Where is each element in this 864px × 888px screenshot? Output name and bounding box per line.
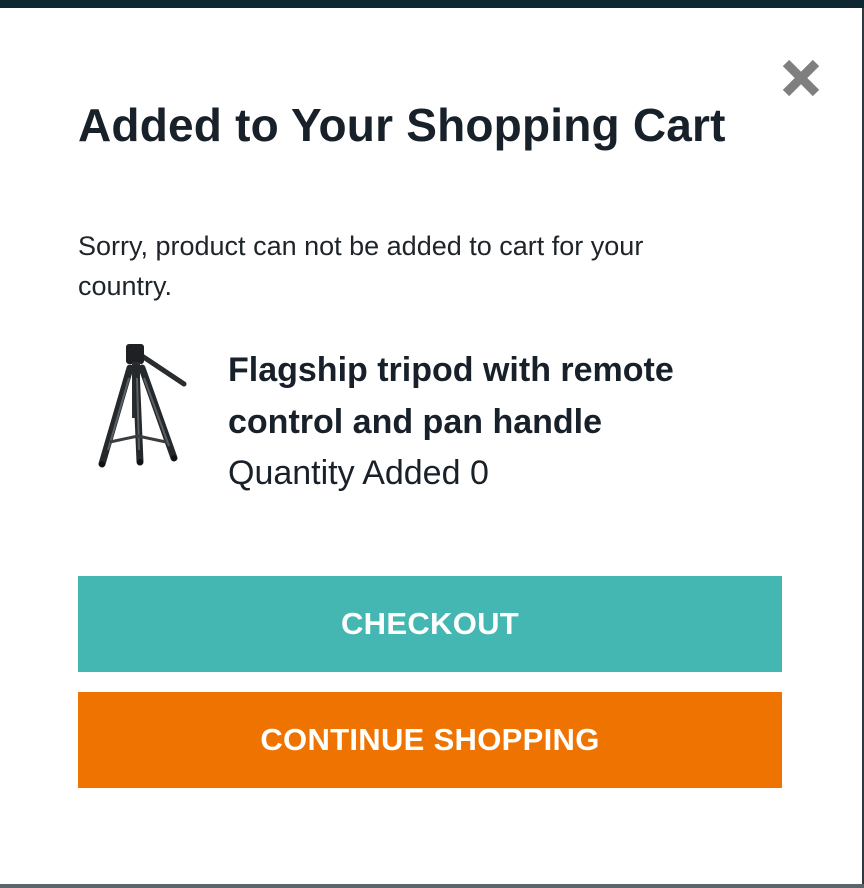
close-x-icon xyxy=(782,59,820,97)
page-backdrop xyxy=(0,0,864,8)
checkout-button[interactable]: CHECKOUT xyxy=(78,576,782,672)
product-name: Flagship tripod with remote control and … xyxy=(228,351,674,441)
quantity-value: 0 xyxy=(469,454,489,492)
error-message: Sorry, product can not be added to cart … xyxy=(78,231,644,301)
modal-title: Added to Your Shopping Cart xyxy=(78,99,726,151)
close-button[interactable] xyxy=(778,56,824,100)
continue-shopping-button[interactable]: CONTINUE SHOPPING xyxy=(78,692,782,788)
quantity-label: Quantity Added xyxy=(228,454,461,492)
modal-bottom-edge xyxy=(0,884,864,888)
quantity-added: Quantity Added 0 xyxy=(228,449,489,497)
product-image xyxy=(92,338,192,470)
tripod-image xyxy=(98,344,187,468)
add-to-cart-modal: Added to Your Shopping Cart Sorry, produ… xyxy=(0,8,862,884)
